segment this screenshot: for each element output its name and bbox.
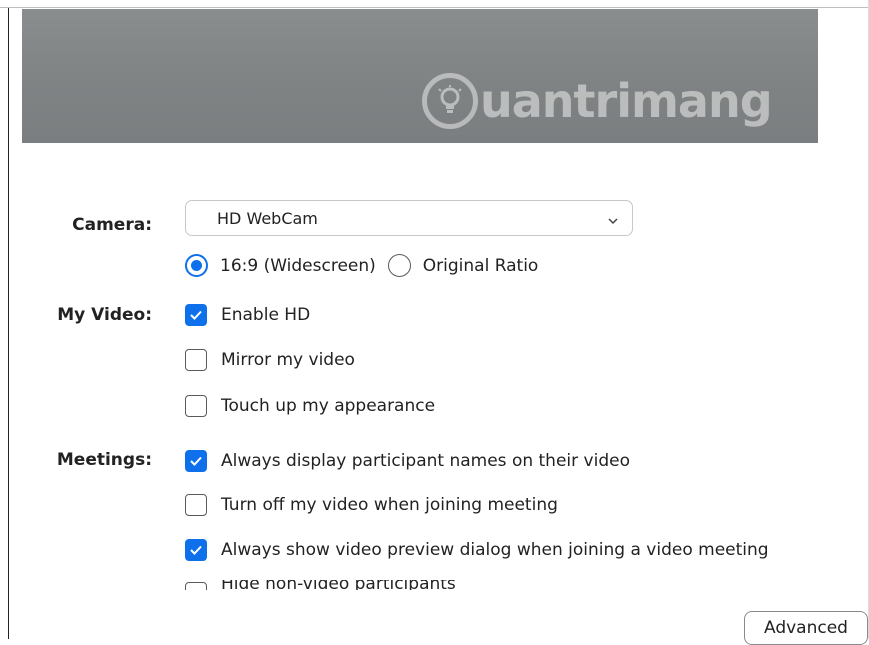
aspect-ratio-group: 16:9 (Widescreen) Original Ratio: [185, 254, 538, 277]
checkbox-mirror-video[interactable]: [185, 349, 207, 371]
enable-hd-label: Enable HD: [221, 305, 311, 325]
radio-original-ratio[interactable]: Original Ratio: [387, 254, 539, 277]
advanced-button[interactable]: Advanced: [744, 611, 868, 645]
option-mirror-video[interactable]: Mirror my video: [185, 349, 355, 371]
camera-select-value: HD WebCam: [217, 208, 318, 228]
my-video-label: My Video:: [57, 305, 152, 325]
option-hide-non-video[interactable]: Hide non-video participants: [185, 580, 825, 590]
checkbox-hide-non-video[interactable]: [185, 582, 207, 590]
option-display-names[interactable]: Always display participant names on thei…: [185, 450, 630, 472]
option-turn-off-video[interactable]: Turn off my video when joining meeting: [185, 494, 558, 516]
chevron-down-icon: [607, 212, 619, 231]
radio-widescreen[interactable]: 16:9 (Widescreen): [185, 254, 376, 277]
hide-non-video-label: Hide non-video participants: [221, 580, 456, 590]
video-preview-label: Always show video preview dialog when jo…: [221, 540, 769, 560]
radio-widescreen-indicator[interactable]: [185, 254, 208, 277]
radio-original-ratio-indicator[interactable]: [387, 254, 411, 277]
checkbox-video-preview[interactable]: [185, 539, 207, 561]
lightbulb-icon: [422, 73, 478, 129]
camera-label: Camera:: [72, 215, 152, 235]
mirror-video-label: Mirror my video: [221, 350, 355, 370]
radio-widescreen-label: 16:9 (Widescreen): [220, 255, 376, 276]
camera-preview: uantrimang: [22, 9, 818, 143]
watermark-text: uantrimang: [480, 74, 773, 128]
checkbox-display-names[interactable]: [185, 450, 207, 472]
window-left-border: [8, 8, 9, 639]
meetings-label: Meetings:: [56, 450, 152, 470]
checkbox-turn-off-video[interactable]: [185, 494, 207, 516]
window-top-border: [0, 7, 869, 8]
checkbox-enable-hd[interactable]: [185, 304, 207, 326]
checkbox-touch-up[interactable]: [185, 395, 207, 417]
touch-up-label: Touch up my appearance: [221, 396, 436, 416]
option-enable-hd[interactable]: Enable HD: [185, 304, 310, 326]
turn-off-video-label: Turn off my video when joining meeting: [221, 495, 558, 515]
camera-select[interactable]: HD WebCam: [185, 200, 633, 236]
display-names-label: Always display participant names on thei…: [221, 451, 630, 471]
option-video-preview[interactable]: Always show video preview dialog when jo…: [185, 539, 769, 561]
watermark-logo: uantrimang: [422, 73, 773, 129]
radio-original-ratio-label: Original Ratio: [422, 255, 539, 276]
option-touch-up[interactable]: Touch up my appearance: [185, 395, 435, 417]
